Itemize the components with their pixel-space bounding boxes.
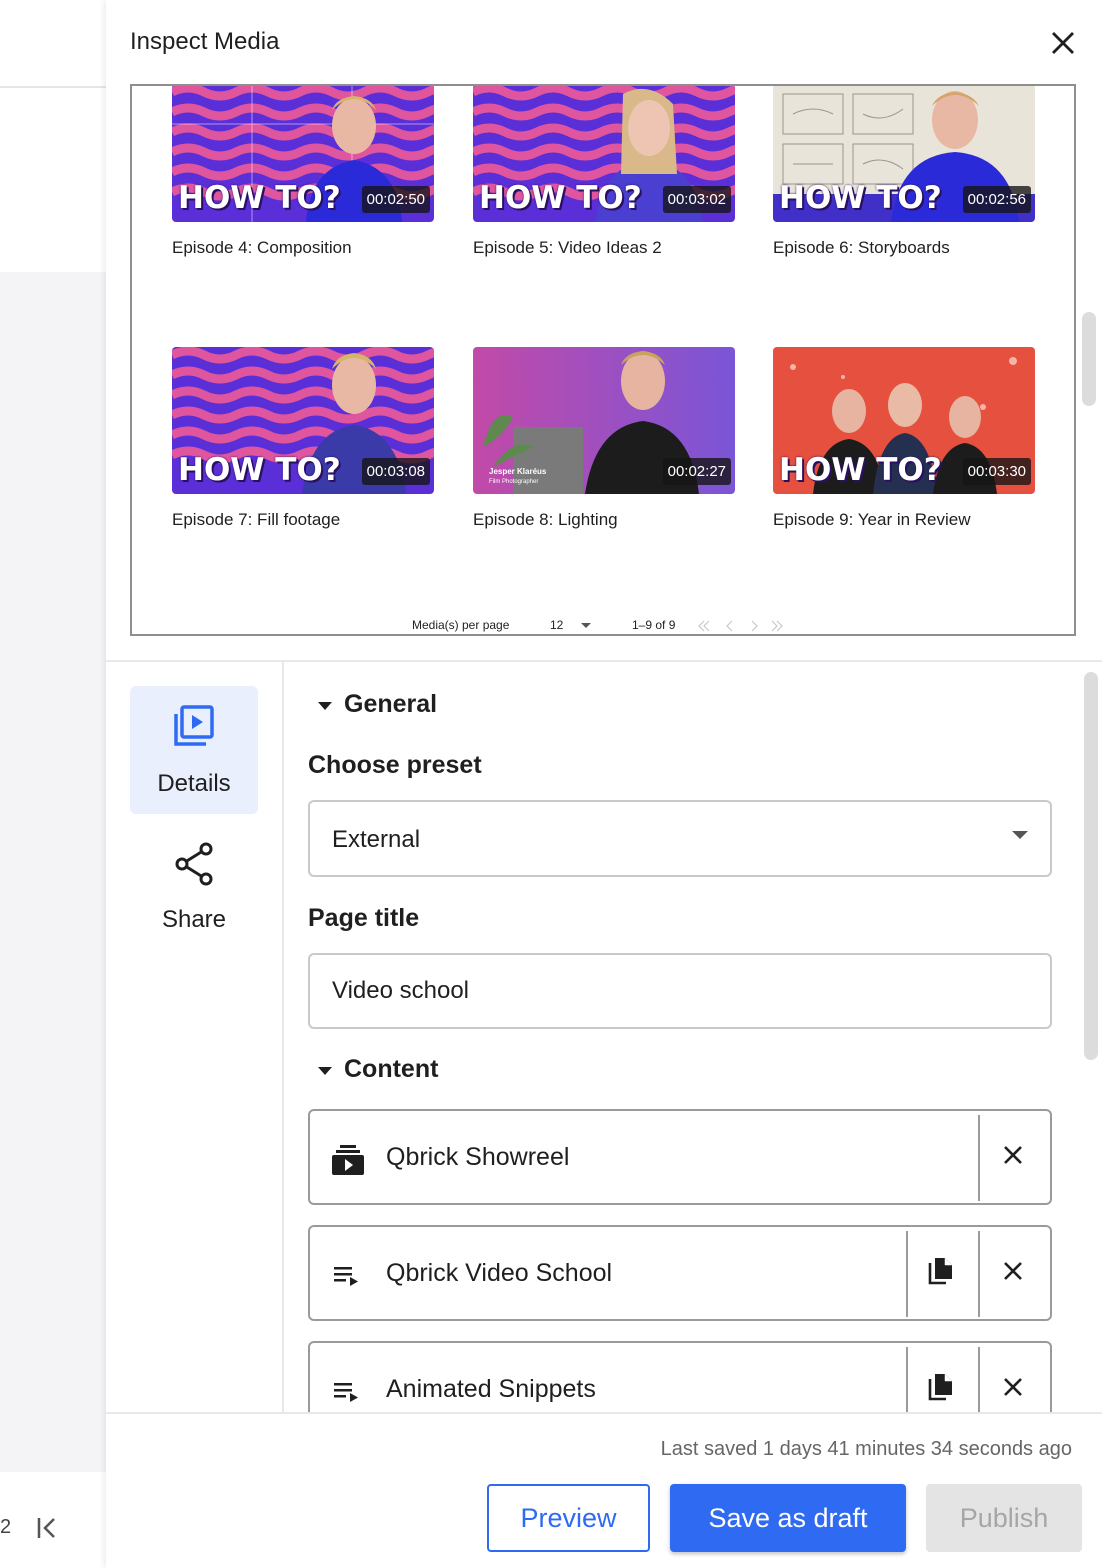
media-thumbnail[interactable]: HOW TO? 00:02:50 bbox=[172, 86, 434, 222]
close-icon[interactable] bbox=[1048, 28, 1078, 58]
pagination-nav-icons[interactable] bbox=[696, 619, 784, 633]
divider-vertical bbox=[282, 662, 284, 1412]
duration-badge: 00:03:02 bbox=[662, 186, 731, 213]
playlist-icon bbox=[334, 1383, 358, 1402]
media-scrollbar[interactable] bbox=[1082, 312, 1096, 406]
duration-badge: 00:02:50 bbox=[361, 186, 430, 213]
duration-badge: 00:03:30 bbox=[962, 458, 1031, 485]
nav-details-label: Details bbox=[157, 770, 231, 797]
share-icon bbox=[175, 842, 213, 886]
collapse-general-icon[interactable] bbox=[318, 702, 332, 710]
howto-overlay: HOW TO? bbox=[178, 452, 341, 488]
media-title: Episode 9: Year in Review bbox=[773, 510, 971, 529]
nav-details[interactable]: Details bbox=[130, 686, 258, 814]
caption-role: Film Photographer bbox=[489, 479, 539, 485]
caption-name: Jesper Klaréus bbox=[489, 467, 547, 476]
close-icon bbox=[1004, 1146, 1022, 1164]
close-icon bbox=[1004, 1262, 1022, 1280]
per-page-select[interactable]: 12 bbox=[550, 618, 563, 632]
media-title: Episode 7: Fill footage bbox=[172, 510, 341, 529]
preset-value: External bbox=[332, 826, 421, 853]
close-icon bbox=[1004, 1378, 1022, 1396]
panel-footer: Last saved 1 days 41 minutes 34 seconds … bbox=[106, 1412, 1102, 1568]
duration-badge: 00:02:56 bbox=[962, 186, 1031, 213]
preset-label: Choose preset bbox=[308, 751, 482, 779]
save-draft-button[interactable]: Save as draft bbox=[670, 1484, 906, 1552]
per-page-label: Media(s) per page bbox=[412, 618, 510, 632]
chevron-down-icon bbox=[1012, 831, 1028, 839]
panel-title: Inspect Media bbox=[130, 28, 280, 55]
media-pagination: Media(s) per page 12 1–9 of 9 bbox=[132, 616, 1074, 634]
media-thumbnail[interactable]: HOW TO? 00:02:56 bbox=[773, 86, 1035, 222]
inspect-media-panel: Inspect Media HOW TO? 00:02:50 Episode 4… bbox=[106, 0, 1102, 1568]
divider bbox=[106, 660, 1102, 662]
section-content[interactable]: Content bbox=[344, 1055, 438, 1084]
content-item[interactable]: Qbrick Video School bbox=[308, 1225, 1052, 1321]
media-thumbnail[interactable]: Jesper Klaréus Film Photographer 00:02:2… bbox=[473, 347, 735, 494]
last-saved-status: Last saved 1 days 41 minutes 34 seconds … bbox=[660, 1438, 1072, 1460]
copy-button[interactable] bbox=[908, 1227, 978, 1319]
background-area bbox=[0, 90, 106, 272]
media-title: Episode 4: Composition bbox=[172, 238, 352, 257]
page-title-input[interactable] bbox=[308, 953, 1052, 1029]
content-item[interactable]: Qbrick Showreel bbox=[308, 1109, 1052, 1205]
howto-overlay: HOW TO? bbox=[779, 452, 942, 488]
form-scrollbar[interactable] bbox=[1084, 672, 1098, 1060]
playlist-icon bbox=[334, 1267, 358, 1286]
media-card[interactable]: HOW TO? 00:03:08 Episode 7: Fill footage bbox=[172, 347, 434, 530]
media-title: Episode 6: Storyboards bbox=[773, 238, 950, 257]
per-page-arrow-icon[interactable] bbox=[581, 623, 591, 628]
howto-overlay: HOW TO? bbox=[479, 180, 642, 216]
background-content bbox=[0, 272, 106, 1472]
page-range: 1–9 of 9 bbox=[632, 618, 676, 632]
first-page-icon[interactable] bbox=[36, 1516, 60, 1540]
media-card[interactable]: HOW TO? 00:03:30 Episode 9: Year in Revi… bbox=[773, 347, 1035, 530]
media-card[interactable]: Jesper Klaréus Film Photographer 00:02:2… bbox=[473, 347, 735, 530]
media-thumbnail[interactable]: HOW TO? 00:03:30 bbox=[773, 347, 1035, 494]
background-app: 2 bbox=[0, 0, 106, 1568]
remove-button[interactable] bbox=[980, 1227, 1050, 1319]
media-card[interactable]: HOW TO? 00:02:56 Episode 6: Storyboards bbox=[773, 86, 1035, 258]
page-title-label: Page title bbox=[308, 904, 420, 932]
howto-overlay: HOW TO? bbox=[178, 180, 341, 216]
media-card[interactable]: HOW TO? 00:03:02 Episode 5: Video Ideas … bbox=[473, 86, 735, 258]
media-title: Episode 8: Lighting bbox=[473, 510, 618, 529]
content-item-name: Qbrick Showreel bbox=[386, 1143, 570, 1171]
publish-button[interactable]: Publish bbox=[926, 1484, 1082, 1552]
preview-button[interactable]: Preview bbox=[487, 1484, 650, 1552]
media-thumbnail[interactable]: HOW TO? 00:03:08 bbox=[172, 347, 434, 494]
collapse-content-icon[interactable] bbox=[318, 1067, 332, 1075]
copy-icon bbox=[928, 1258, 952, 1285]
duration-badge: 00:02:27 bbox=[662, 458, 731, 485]
howto-overlay: HOW TO? bbox=[779, 180, 942, 216]
video-library-icon bbox=[174, 705, 214, 746]
nav-share[interactable]: Share bbox=[130, 830, 258, 948]
copy-icon bbox=[928, 1374, 952, 1401]
section-general[interactable]: General bbox=[344, 690, 437, 719]
media-title: Episode 5: Video Ideas 2 bbox=[473, 238, 662, 257]
duration-badge: 00:03:08 bbox=[361, 458, 430, 485]
media-thumbnail[interactable]: HOW TO? 00:03:02 bbox=[473, 86, 735, 222]
media-grid: HOW TO? 00:02:50 Episode 4: Composition bbox=[130, 84, 1076, 636]
background-header bbox=[0, 0, 106, 88]
content-item-name: Qbrick Video School bbox=[386, 1259, 613, 1287]
content-item-name: Animated Snippets bbox=[386, 1375, 596, 1403]
remove-button[interactable] bbox=[980, 1111, 1050, 1203]
background-page-number: 2 bbox=[0, 1516, 12, 1538]
preset-select[interactable]: External bbox=[308, 800, 1052, 877]
media-card[interactable]: HOW TO? 00:02:50 Episode 4: Composition bbox=[172, 86, 434, 258]
video-stack-icon bbox=[332, 1145, 364, 1175]
nav-share-label: Share bbox=[161, 906, 227, 933]
